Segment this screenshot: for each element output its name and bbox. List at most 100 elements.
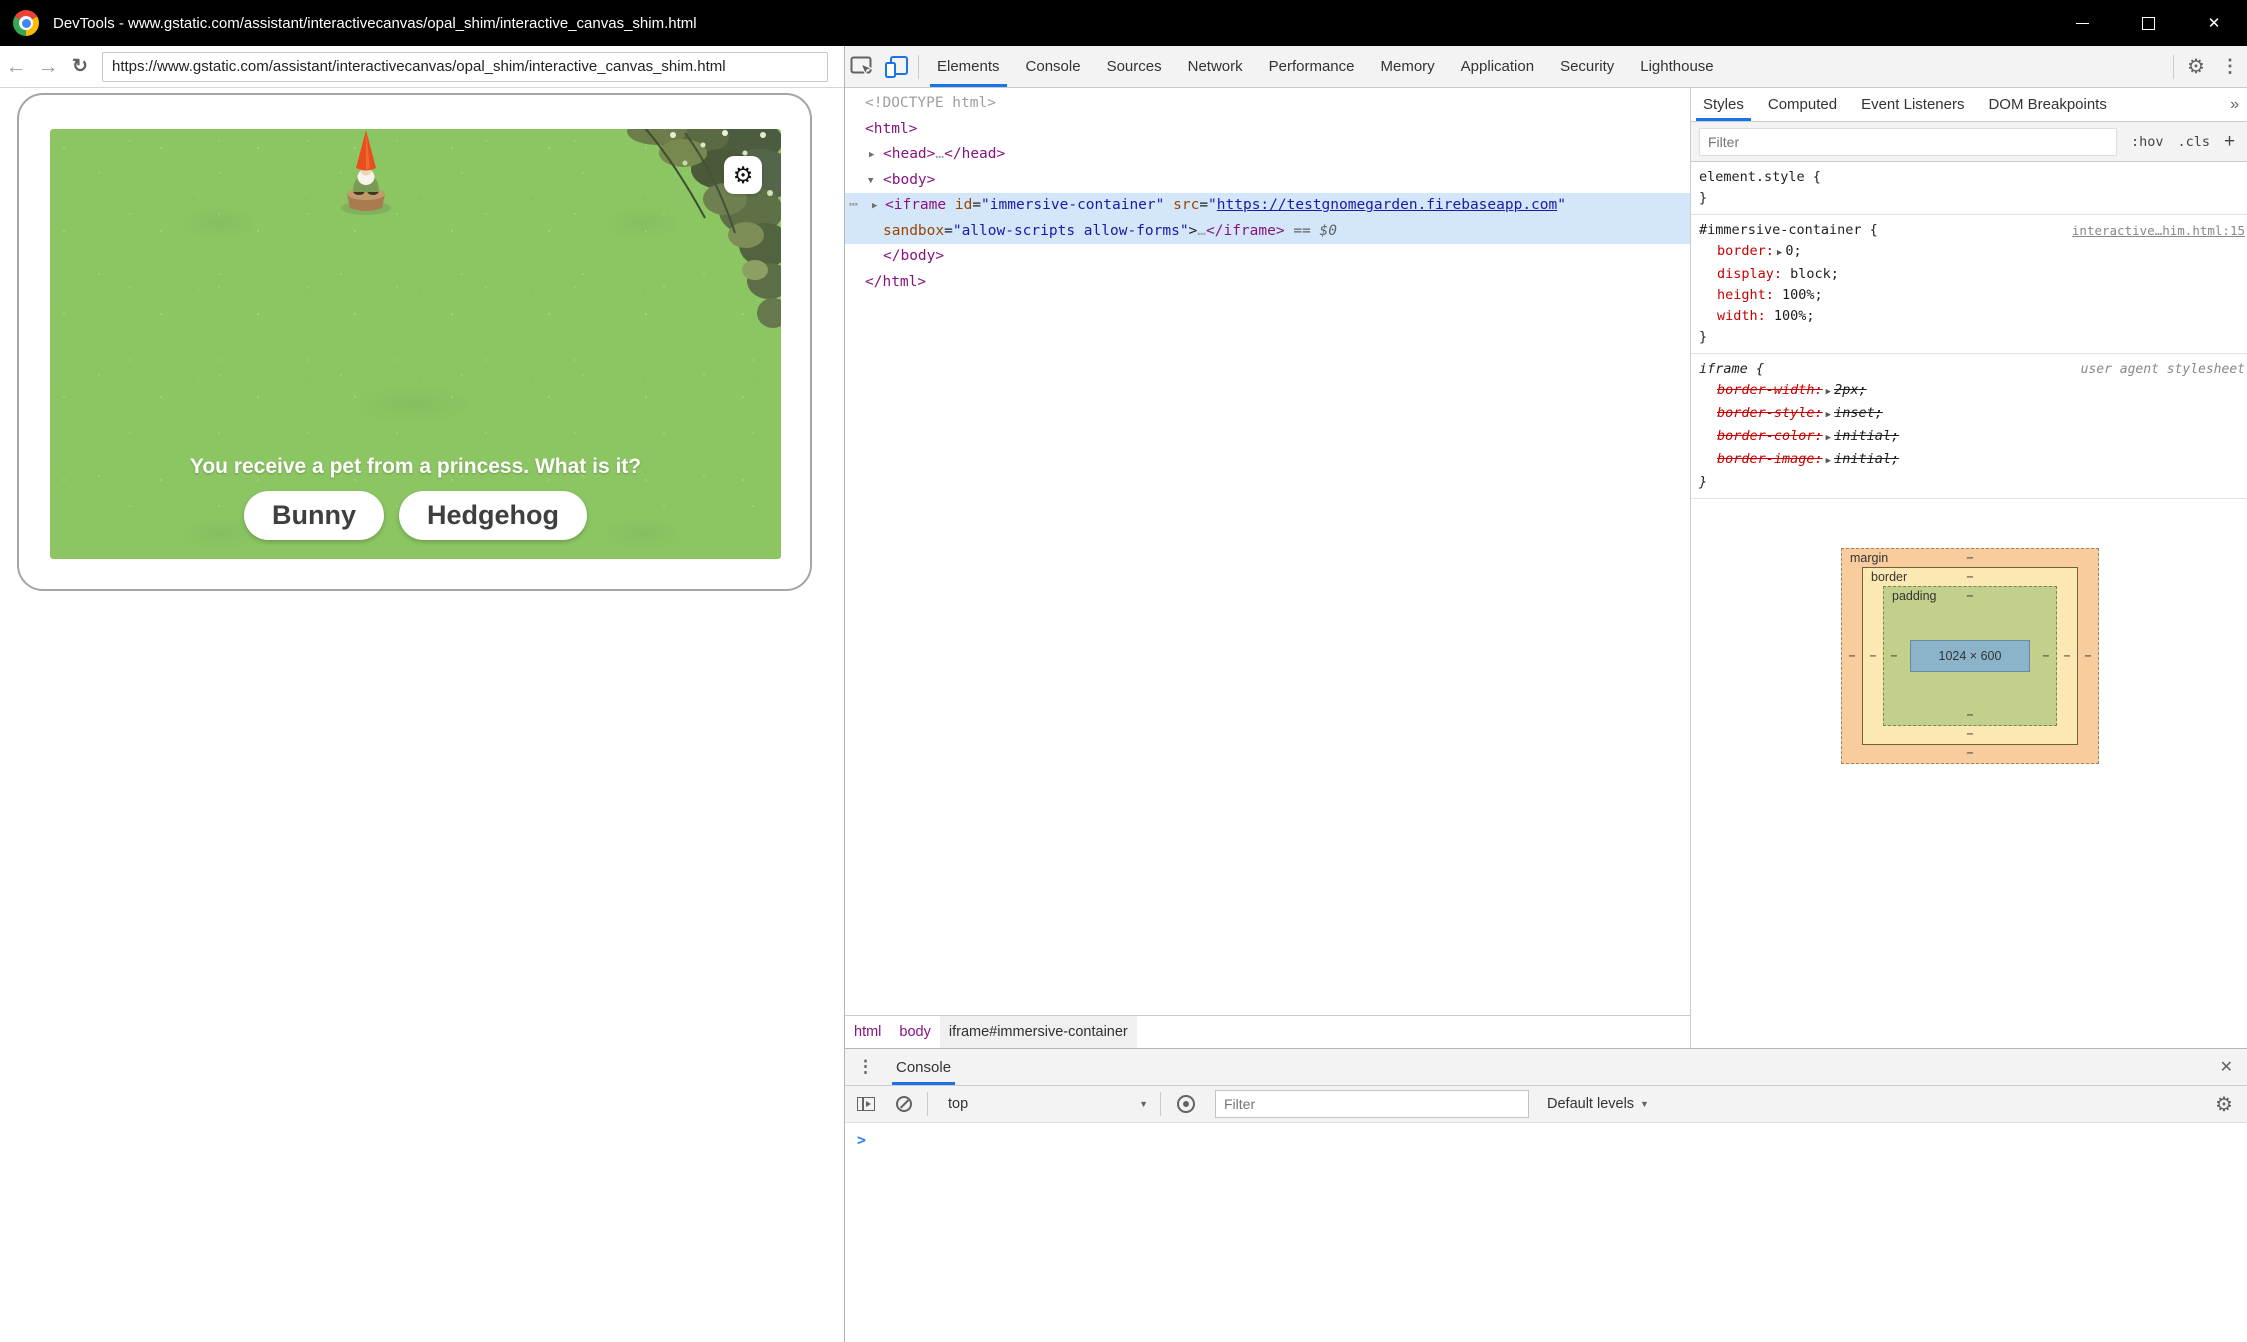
tab-memory[interactable]: Memory bbox=[1368, 46, 1448, 87]
sidebar-tab-styles[interactable]: Styles bbox=[1691, 88, 1756, 121]
tab-network[interactable]: Network bbox=[1175, 46, 1256, 87]
expand-arrow-icon[interactable]: ▶ bbox=[869, 143, 874, 169]
console-sidebar-toggle-button[interactable] bbox=[853, 1091, 879, 1117]
breadcrumb-item[interactable]: html bbox=[845, 1016, 890, 1048]
dom-tree-node[interactable]: ⋯▶<iframe id="immersive-container" src="… bbox=[845, 193, 1690, 219]
drawer-tab-console[interactable]: Console bbox=[892, 1049, 955, 1085]
css-property[interactable]: border-width:▶2px; bbox=[1691, 380, 2247, 403]
expand-arrow-icon[interactable]: ▶ bbox=[1826, 433, 1831, 443]
toggle-classes-button[interactable]: .cls bbox=[2178, 134, 2211, 150]
tab-sources[interactable]: Sources bbox=[1094, 46, 1175, 87]
inspect-element-button[interactable] bbox=[845, 50, 879, 84]
console-filter-input[interactable] bbox=[1215, 1090, 1529, 1118]
screencast-pane: ← → ↻ bbox=[0, 46, 845, 1342]
log-levels-select[interactable]: Default levels ▼ bbox=[1547, 1096, 1649, 1112]
reload-button[interactable]: ↻ bbox=[64, 55, 96, 78]
box-model-padding: padding− − 1024 × 600 − − bbox=[1883, 586, 2057, 726]
expand-arrow-icon[interactable]: ▶ bbox=[1826, 387, 1831, 397]
css-property[interactable]: border-style:▶inset; bbox=[1691, 403, 2247, 426]
tab-security[interactable]: Security bbox=[1547, 46, 1627, 87]
dom-tree-node[interactable]: <html> bbox=[845, 117, 1690, 143]
sidebar-tab-computed[interactable]: Computed bbox=[1756, 88, 1849, 121]
tab-console[interactable]: Console bbox=[1013, 46, 1094, 87]
css-property[interactable]: height: 100%; bbox=[1691, 285, 2247, 306]
game-settings-button[interactable]: ⚙ bbox=[724, 156, 762, 194]
devtools-window: DevTools - www.gstatic.com/assistant/int… bbox=[0, 0, 2247, 1342]
css-rule[interactable]: element.style {} bbox=[1691, 162, 2247, 215]
drawer-close-button[interactable]: ✕ bbox=[2220, 1057, 2233, 1077]
sidebar-tab-dom-breakpoints[interactable]: DOM Breakpoints bbox=[1976, 88, 2118, 121]
execution-context-value: top bbox=[948, 1096, 968, 1112]
css-property[interactable]: display: block; bbox=[1691, 264, 2247, 285]
device-frame: ⚙ You receive a pet from a princess. Wha… bbox=[17, 93, 812, 591]
chevron-down-icon: ▼ bbox=[1139, 1099, 1148, 1109]
expand-arrow-icon[interactable]: ▶ bbox=[1777, 248, 1782, 258]
box-model-diagram[interactable]: margin− − border− − padding− − bbox=[1841, 548, 2099, 764]
minimize-button[interactable] bbox=[2049, 0, 2115, 46]
tab-application[interactable]: Application bbox=[1448, 46, 1547, 87]
dom-tree-node[interactable]: </html> bbox=[845, 270, 1690, 296]
box-model-margin: margin− − border− − padding− − bbox=[1841, 548, 2099, 764]
tab-elements[interactable]: Elements bbox=[924, 46, 1013, 87]
url-input[interactable] bbox=[102, 52, 828, 82]
stylesheet-source-link[interactable]: interactive…him.html:15 bbox=[2072, 220, 2245, 241]
breadcrumb-item[interactable]: body bbox=[890, 1016, 939, 1048]
toggle-hover-state-button[interactable]: :hov bbox=[2131, 134, 2164, 150]
styles-sidebar: StylesComputedEvent ListenersDOM Breakpo… bbox=[1690, 88, 2247, 1048]
device-toolbar-button[interactable] bbox=[879, 50, 913, 84]
maximize-icon bbox=[2142, 17, 2155, 30]
dom-tree-node[interactable]: </body> bbox=[845, 244, 1690, 270]
node-options-icon[interactable]: ⋯ bbox=[849, 193, 858, 219]
stylesheet-origin-label: user agent stylesheet bbox=[2081, 359, 2245, 380]
toolbar-separator bbox=[927, 1092, 928, 1116]
screencast-navbar: ← → ↻ bbox=[0, 46, 844, 88]
create-live-expression-button[interactable] bbox=[1173, 1091, 1199, 1117]
css-selector: #immersive-container { bbox=[1699, 222, 1878, 238]
css-rule[interactable]: iframe {user agent stylesheetborder-widt… bbox=[1691, 354, 2247, 499]
back-button[interactable]: ← bbox=[0, 55, 32, 79]
css-property[interactable]: border-image:▶initial; bbox=[1691, 449, 2247, 472]
breadcrumb-item[interactable]: iframe#immersive-container bbox=[940, 1016, 1137, 1048]
choice-button-hedgehog[interactable]: Hedgehog bbox=[399, 491, 587, 540]
game-canvas[interactable]: ⚙ You receive a pet from a princess. Wha… bbox=[50, 129, 781, 559]
clear-console-button[interactable] bbox=[891, 1091, 917, 1117]
css-rule[interactable]: #immersive-container { interactive…him.ht… bbox=[1691, 215, 2247, 354]
console-output[interactable]: > bbox=[845, 1123, 2247, 1342]
css-property[interactable]: width: 100%; bbox=[1691, 306, 2247, 327]
elements-tree[interactable]: <!DOCTYPE html><html>▶<head>…</head>▼<bo… bbox=[845, 88, 1690, 1015]
tab-performance[interactable]: Performance bbox=[1256, 46, 1368, 87]
css-property[interactable]: border:▶0; bbox=[1691, 241, 2247, 264]
chevron-down-icon: ▼ bbox=[1640, 1099, 1649, 1109]
tab-lighthouse[interactable]: Lighthouse bbox=[1627, 46, 1726, 87]
dom-tree-node[interactable]: ▼<body> bbox=[845, 168, 1690, 194]
css-rule-close-brace: } bbox=[1691, 327, 2247, 348]
console-settings-button[interactable]: ⚙ bbox=[2211, 1091, 2237, 1117]
devtools-menu-button[interactable]: ⋮ bbox=[2213, 50, 2247, 84]
styles-filter-input[interactable] bbox=[1699, 128, 2117, 156]
close-icon: ✕ bbox=[2208, 16, 2221, 31]
new-style-rule-button[interactable]: + bbox=[2224, 131, 2235, 153]
expand-arrow-icon[interactable]: ▶ bbox=[1826, 410, 1831, 420]
settings-button[interactable]: ⚙ bbox=[2179, 50, 2213, 84]
dom-tree-node[interactable]: sandbox="allow-scripts allow-forms">…</i… bbox=[845, 219, 1690, 245]
execution-context-select[interactable]: top ▼ bbox=[948, 1096, 1148, 1112]
css-property[interactable]: border-color:▶initial; bbox=[1691, 426, 2247, 449]
sidebar-tab-event-listeners[interactable]: Event Listeners bbox=[1849, 88, 1976, 121]
collapse-arrow-icon[interactable]: ▼ bbox=[868, 169, 873, 195]
dom-tree-node[interactable]: <!DOCTYPE html> bbox=[845, 91, 1690, 117]
drawer-menu-icon[interactable]: ⋮ bbox=[857, 1057, 874, 1077]
title-bar: DevTools - www.gstatic.com/assistant/int… bbox=[0, 0, 2247, 46]
dom-tree-node[interactable]: ▶<head>…</head> bbox=[845, 142, 1690, 168]
drawer-header: ⋮ Console ✕ bbox=[845, 1049, 2247, 1086]
more-tabs-icon[interactable]: » bbox=[2230, 96, 2239, 114]
devtools-pane: ElementsConsoleSourcesNetworkPerformance… bbox=[845, 46, 2247, 1342]
maximize-button[interactable] bbox=[2115, 0, 2181, 46]
choice-button-bunny[interactable]: Bunny bbox=[244, 491, 384, 540]
close-button[interactable]: ✕ bbox=[2181, 0, 2247, 46]
expand-arrow-icon[interactable]: ▶ bbox=[872, 194, 877, 220]
forward-button[interactable]: → bbox=[32, 55, 64, 79]
expand-arrow-icon[interactable]: ▶ bbox=[1826, 456, 1831, 466]
sidebar-tabs: StylesComputedEvent ListenersDOM Breakpo… bbox=[1691, 88, 2247, 122]
css-rule-close-brace: } bbox=[1691, 472, 2247, 493]
box-model-content: 1024 × 600 bbox=[1910, 640, 2030, 672]
